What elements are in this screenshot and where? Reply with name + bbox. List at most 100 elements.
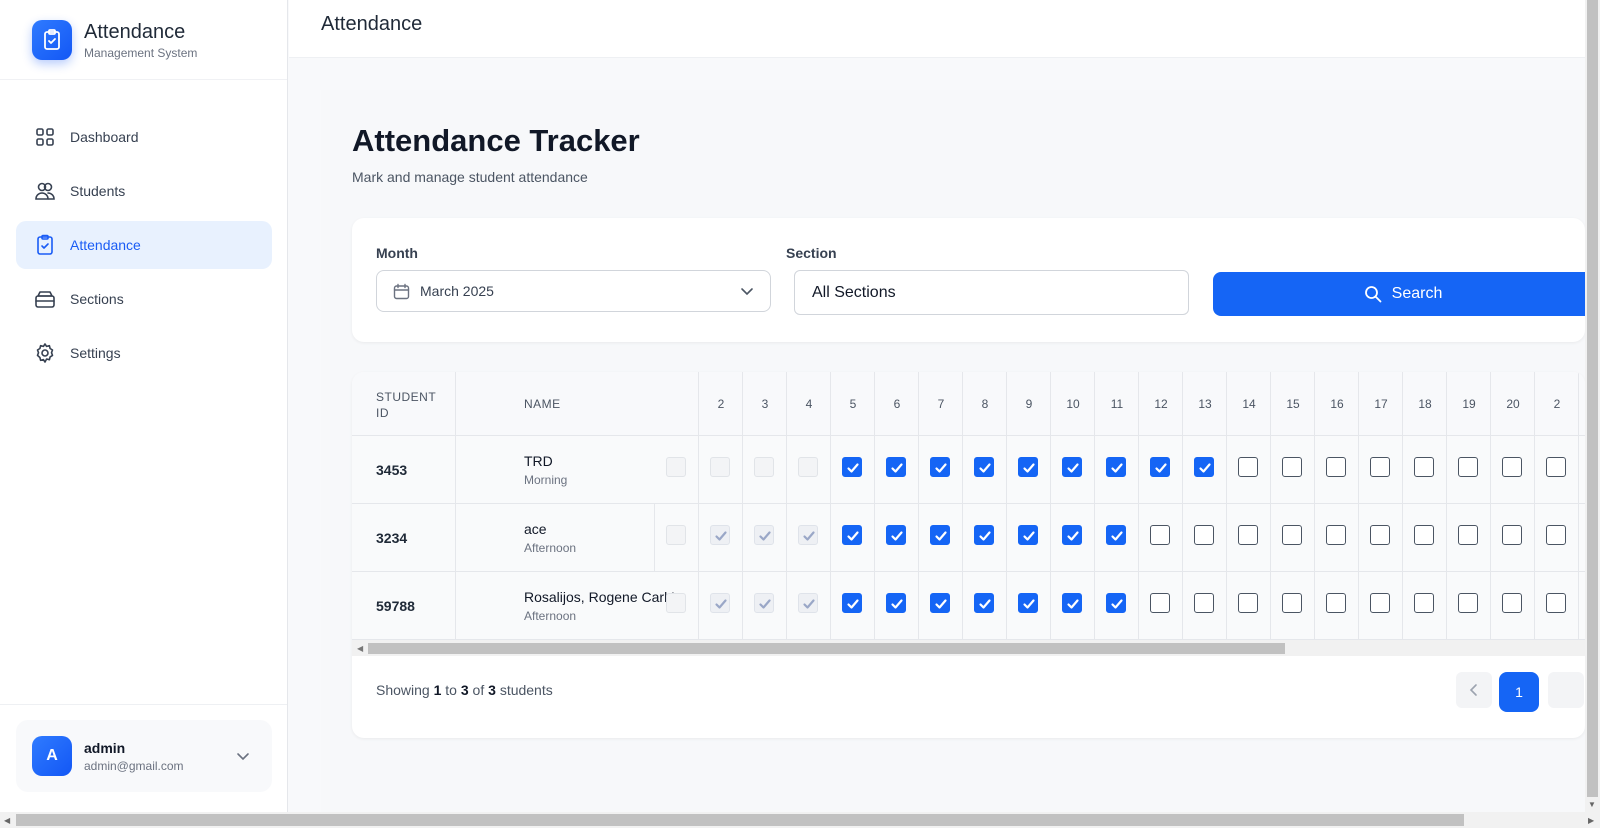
attendance-checkbox — [754, 593, 774, 613]
previous-page-button[interactable] — [1456, 672, 1492, 708]
page-button-current[interactable]: 1 — [1499, 672, 1539, 712]
page-horizontal-scrollbar[interactable]: ◀ ▶ — [0, 812, 1600, 828]
attendance-checkbox[interactable] — [974, 593, 994, 613]
section-value: All Sections — [812, 283, 896, 301]
attendance-checkbox[interactable] — [1106, 457, 1126, 477]
column-header-day: 12 — [1154, 397, 1168, 411]
attendance-checkbox[interactable] — [1018, 457, 1038, 477]
sidebar-item-attendance[interactable]: Attendance — [16, 221, 272, 269]
attendance-checkbox — [754, 457, 774, 477]
attendance-checkbox[interactable] — [1150, 593, 1170, 613]
attendance-checkbox[interactable] — [1282, 457, 1302, 477]
attendance-checkbox[interactable] — [1326, 525, 1346, 545]
sidebar-item-students[interactable]: Students — [16, 167, 272, 215]
attendance-checkbox[interactable] — [1414, 525, 1434, 545]
table-grid-line — [1314, 372, 1315, 640]
page-scroll-left-arrow-icon[interactable]: ◀ — [4, 816, 10, 825]
column-header-day: 20 — [1506, 397, 1520, 411]
user-menu[interactable]: A admin admin@gmail.com — [16, 720, 272, 792]
table-grid-line — [1358, 372, 1359, 640]
attendance-checkbox[interactable] — [1150, 525, 1170, 545]
attendance-checkbox[interactable] — [1282, 525, 1302, 545]
sidebar-item-label: Settings — [70, 345, 121, 361]
table-scrollbar-thumb[interactable] — [368, 643, 1285, 654]
topbar-title: Attendance — [321, 13, 423, 35]
table-grid-line — [1490, 372, 1491, 640]
attendance-checkbox[interactable] — [930, 593, 950, 613]
attendance-checkbox[interactable] — [886, 593, 906, 613]
page-title: Attendance Tracker — [352, 123, 640, 158]
attendance-checkbox[interactable] — [1018, 525, 1038, 545]
attendance-checkbox[interactable] — [886, 457, 906, 477]
month-select[interactable]: March 2025 — [376, 270, 771, 312]
attendance-checkbox — [798, 593, 818, 613]
attendance-checkbox[interactable] — [974, 457, 994, 477]
attendance-checkbox[interactable] — [1502, 457, 1522, 477]
attendance-checkbox[interactable] — [1238, 525, 1258, 545]
table-grid-line — [654, 504, 655, 572]
sidebar: Attendance Management System Dashboard S… — [0, 0, 288, 812]
avatar: A — [32, 736, 72, 776]
table-horizontal-scrollbar[interactable]: ◀ — [352, 640, 1585, 656]
column-header-day: 2 — [1553, 397, 1561, 411]
attendance-checkbox[interactable] — [1062, 525, 1082, 545]
scroll-down-arrow-icon[interactable]: ▼ — [1588, 800, 1596, 809]
attendance-checkbox[interactable] — [974, 525, 994, 545]
attendance-checkbox[interactable] — [1458, 457, 1478, 477]
sidebar-item-sections[interactable]: Sections — [16, 275, 272, 323]
attendance-checkbox[interactable] — [1282, 593, 1302, 613]
attendance-checkbox[interactable] — [1062, 457, 1082, 477]
attendance-checkbox[interactable] — [1194, 593, 1214, 613]
attendance-checkbox[interactable] — [1546, 593, 1566, 613]
page-vertical-scrollbar[interactable]: ▼ — [1585, 0, 1600, 812]
attendance-checkbox[interactable] — [1370, 525, 1390, 545]
attendance-checkbox[interactable] — [1370, 593, 1390, 613]
scroll-left-arrow-icon[interactable]: ◀ — [357, 644, 363, 653]
attendance-checkbox[interactable] — [1458, 525, 1478, 545]
attendance-checkbox[interactable] — [1194, 525, 1214, 545]
attendance-checkbox[interactable] — [1502, 593, 1522, 613]
column-header-day: 19 — [1462, 397, 1476, 411]
next-page-button[interactable] — [1548, 672, 1584, 708]
table-grid-line — [1446, 372, 1447, 640]
search-button[interactable]: Search — [1213, 272, 1593, 316]
attendance-checkbox[interactable] — [1106, 525, 1126, 545]
attendance-checkbox[interactable] — [1326, 457, 1346, 477]
summary-to-word: to — [445, 682, 457, 698]
attendance-checkbox[interactable] — [1326, 593, 1346, 613]
attendance-checkbox[interactable] — [1106, 593, 1126, 613]
attendance-checkbox[interactable] — [1414, 593, 1434, 613]
attendance-checkbox[interactable] — [1150, 457, 1170, 477]
summary-suffix: students — [499, 682, 553, 698]
gear-icon — [36, 343, 54, 363]
page-horizontal-scrollbar-thumb[interactable] — [16, 814, 1464, 826]
table-grid-line — [1226, 372, 1227, 640]
chevron-down-icon[interactable] — [236, 749, 250, 763]
attendance-checkbox[interactable] — [930, 457, 950, 477]
sidebar-item-dashboard[interactable]: Dashboard — [16, 113, 272, 161]
column-header-day: 11 — [1110, 397, 1124, 411]
attendance-checkbox[interactable] — [1546, 457, 1566, 477]
page-scroll-right-arrow-icon[interactable]: ▶ — [1588, 816, 1594, 825]
sidebar-item-settings[interactable]: Settings — [16, 329, 272, 377]
column-header-day: 10 — [1066, 397, 1080, 411]
attendance-checkbox[interactable] — [1414, 457, 1434, 477]
table-grid-line — [1534, 372, 1535, 640]
attendance-checkbox[interactable] — [1546, 525, 1566, 545]
attendance-checkbox[interactable] — [1238, 593, 1258, 613]
attendance-checkbox[interactable] — [1194, 457, 1214, 477]
attendance-checkbox[interactable] — [1370, 457, 1390, 477]
attendance-checkbox[interactable] — [1458, 593, 1478, 613]
attendance-checkbox[interactable] — [842, 457, 862, 477]
attendance-checkbox[interactable] — [842, 593, 862, 613]
attendance-checkbox[interactable] — [886, 525, 906, 545]
attendance-checkbox[interactable] — [1018, 593, 1038, 613]
attendance-checkbox[interactable] — [930, 525, 950, 545]
page-vertical-scrollbar-thumb[interactable] — [1587, 0, 1598, 797]
attendance-checkbox[interactable] — [1062, 593, 1082, 613]
table-row: 59788 Rosalijos, Rogene Carl L. Afternoon — [352, 572, 1585, 640]
section-select[interactable]: All Sections — [794, 270, 1189, 315]
attendance-checkbox[interactable] — [1238, 457, 1258, 477]
attendance-checkbox[interactable] — [1502, 525, 1522, 545]
attendance-checkbox[interactable] — [842, 525, 862, 545]
